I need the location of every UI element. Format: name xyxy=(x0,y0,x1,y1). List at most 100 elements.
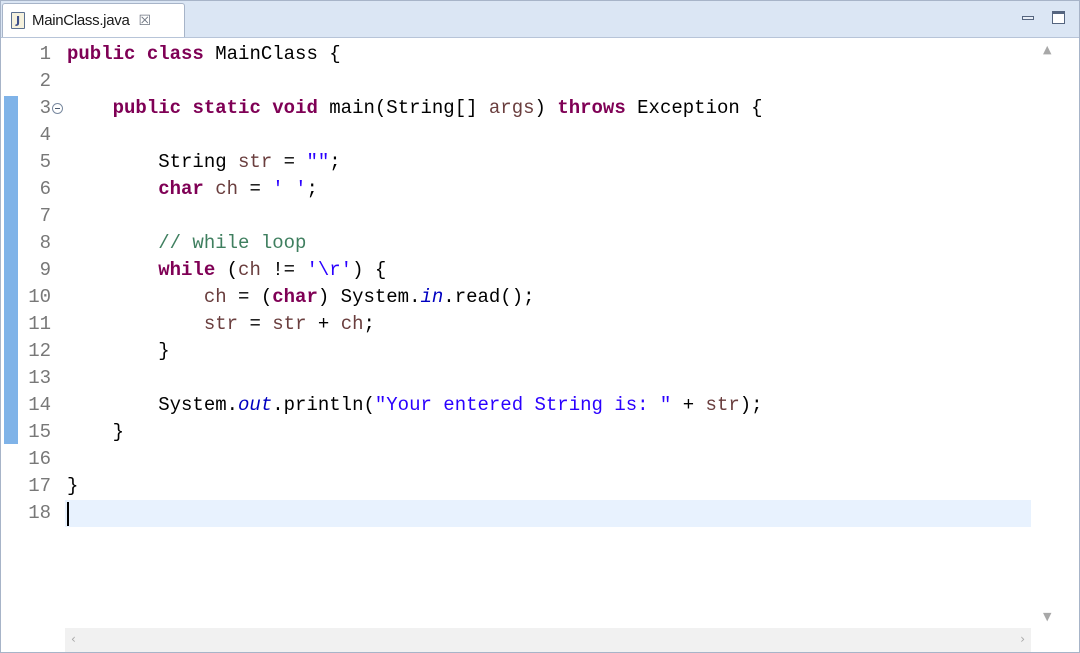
line-number: 5 xyxy=(39,151,51,173)
code-token: str xyxy=(203,313,239,335)
text-caret xyxy=(67,502,69,526)
code-token: ; xyxy=(329,151,341,173)
scroll-down-icon[interactable]: ▼ xyxy=(1043,610,1051,623)
code-token: != xyxy=(260,259,307,281)
change-indicator-bar xyxy=(4,96,18,444)
maximize-icon[interactable] xyxy=(1052,11,1065,24)
code-token: } xyxy=(67,475,79,497)
line-number: 7 xyxy=(39,205,51,227)
code-token: args xyxy=(488,97,535,119)
tab-mainclass-java[interactable]: J MainClass.java ☒ xyxy=(2,3,185,37)
code-token: } xyxy=(67,340,170,362)
line-number: 1 xyxy=(39,43,51,65)
code-token: = xyxy=(238,313,273,335)
line-number: 10 xyxy=(28,286,51,308)
line-number: 14 xyxy=(28,394,51,416)
code-token: ) System. xyxy=(317,286,421,308)
code-token: ) xyxy=(534,97,558,119)
scroll-right-icon[interactable]: › xyxy=(1020,632,1025,646)
code-token: while xyxy=(158,259,216,281)
code-token: "Your entered String is: " xyxy=(374,394,672,416)
minimize-icon[interactable] xyxy=(1022,15,1034,20)
code-token: String xyxy=(67,151,239,173)
code-token: public xyxy=(112,97,182,119)
line-number: 3 xyxy=(39,97,51,119)
code-line: String str = ""; xyxy=(67,149,341,176)
line-number-gutter: 1 2 3 4 5 6 7 8 9 10 11 12 13 14 15 16 17 18 xyxy=(21,38,64,652)
code-token: "" xyxy=(306,151,330,173)
code-token: ); xyxy=(739,394,763,416)
close-icon[interactable]: ☒ xyxy=(139,13,152,29)
code-line: // while loop xyxy=(67,230,306,257)
code-token: main(String[] xyxy=(317,97,489,119)
code-token: ; xyxy=(306,178,318,200)
tab-title: MainClass.java xyxy=(32,12,130,29)
code-token: static xyxy=(192,97,261,119)
scroll-left-icon[interactable]: ‹ xyxy=(71,632,76,646)
code-token: ch xyxy=(340,313,364,335)
code-line: char ch = ' '; xyxy=(67,176,318,203)
code-token: = ( xyxy=(226,286,273,308)
code-token: '\r' xyxy=(306,259,353,281)
code-line: } xyxy=(67,473,78,500)
code-token: str xyxy=(705,394,740,416)
code-line: public class MainClass { xyxy=(67,41,341,68)
code-token: ; xyxy=(363,313,375,335)
code-token: ' ' xyxy=(272,178,307,200)
current-line-highlight xyxy=(65,500,1031,527)
line-number: 17 xyxy=(28,475,51,497)
code-token: .println( xyxy=(272,394,375,416)
line-number: 6 xyxy=(39,178,51,200)
code-line: while (ch != '\r') { xyxy=(67,257,386,284)
line-number: 2 xyxy=(39,70,51,92)
horizontal-scrollbar[interactable]: ‹ › xyxy=(65,628,1031,652)
scroll-up-icon[interactable]: ▲ xyxy=(1043,43,1051,56)
code-token: + xyxy=(671,394,706,416)
code-token: = xyxy=(272,151,307,173)
code-token: ch xyxy=(215,178,239,200)
line-number: 9 xyxy=(39,259,51,281)
code-token: ) { xyxy=(352,259,387,281)
code-token: Exception { xyxy=(625,97,763,119)
code-token: class xyxy=(146,43,204,65)
code-line: public static void main(String[] args) t… xyxy=(67,95,763,122)
code-token: + xyxy=(306,313,341,335)
line-number: 15 xyxy=(28,421,51,443)
code-token: ch xyxy=(238,259,261,281)
code-line: } xyxy=(67,338,170,365)
code-token: str xyxy=(238,151,273,173)
code-line: ch = (char) System.in.read(); xyxy=(67,284,535,311)
code-token: str xyxy=(272,313,307,335)
code-token: .read(); xyxy=(443,286,535,308)
code-token: // while loop xyxy=(158,232,307,254)
line-number: 12 xyxy=(28,340,51,362)
code-token: ch xyxy=(203,286,227,308)
code-token: MainClass { xyxy=(203,43,341,65)
code-token: out xyxy=(238,394,273,416)
line-number: 16 xyxy=(28,448,51,470)
editor-window: J MainClass.java ☒ 1 2 3 4 5 6 7 8 9 10 11 12 13 14 15… xyxy=(0,0,1080,653)
code-line: } xyxy=(67,419,124,446)
code-line: str = str + ch; xyxy=(67,311,375,338)
code-token: = xyxy=(238,178,273,200)
code-token: void xyxy=(272,97,318,119)
code-token: in xyxy=(420,286,444,308)
vertical-scrollbar[interactable]: ▲ ▼ xyxy=(1031,38,1065,627)
code-line: System.out.println("Your entered String … xyxy=(67,392,763,419)
code-token: throws xyxy=(557,97,626,119)
code-token: System. xyxy=(67,394,239,416)
code-editor[interactable]: 1 2 3 4 5 6 7 8 9 10 11 12 13 14 15 16 17 18 public class… xyxy=(1,38,1079,652)
collapse-fold-icon[interactable] xyxy=(52,103,63,114)
java-file-icon: J xyxy=(11,12,25,29)
code-token: ( xyxy=(215,259,239,281)
line-number: 13 xyxy=(28,367,51,389)
line-number: 4 xyxy=(39,124,51,146)
code-token: public xyxy=(67,43,136,65)
